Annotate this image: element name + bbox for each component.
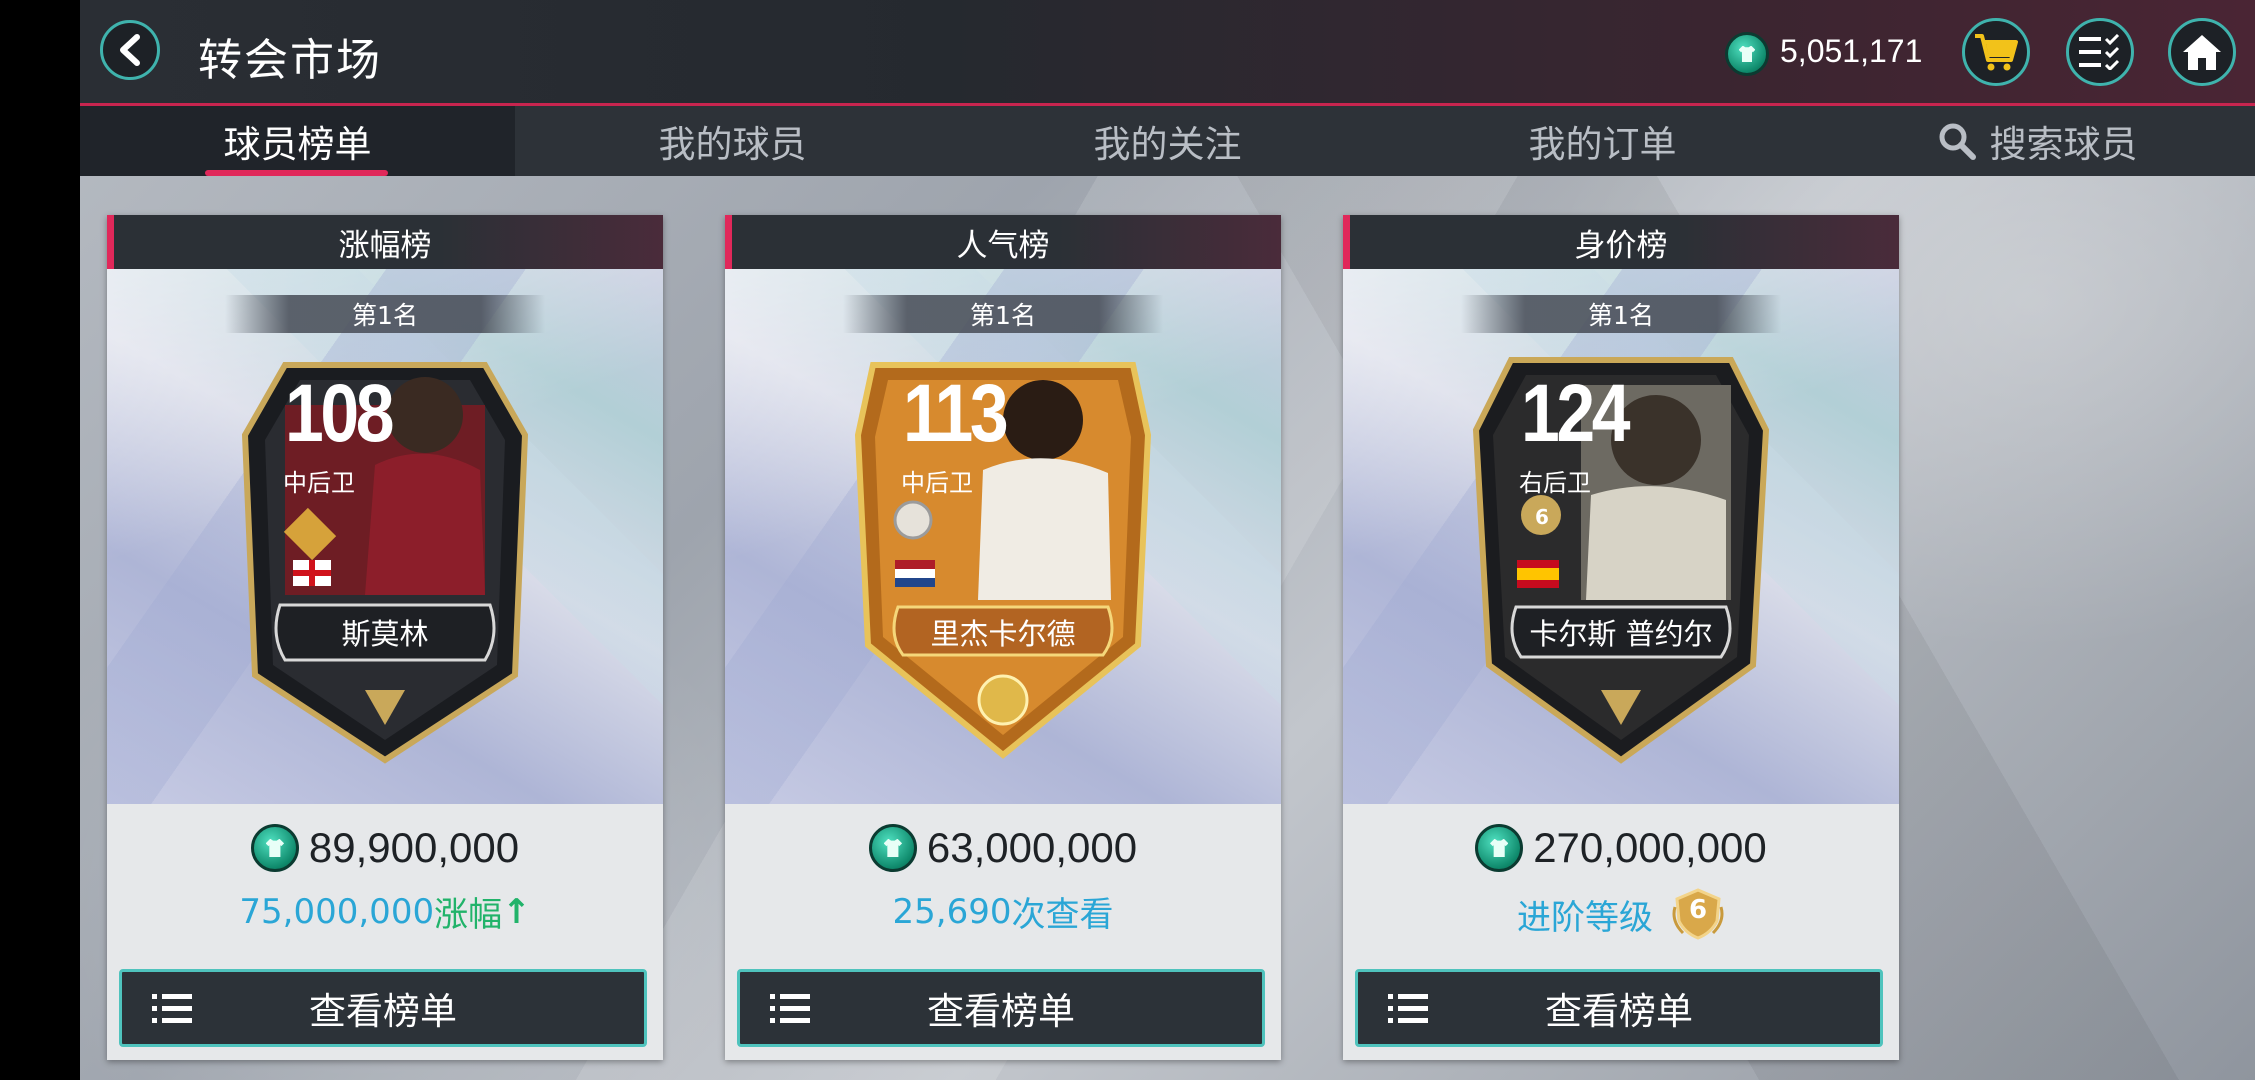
coin-icon (250, 824, 299, 872)
list-icon (770, 994, 810, 1023)
button-label: 查看榜单 (309, 990, 457, 1033)
view-count-label: 次查看 (1011, 895, 1114, 935)
player-price: 89,900,000 (308, 824, 520, 871)
rise-info: 75,000,000 涨幅 ↑ (107, 887, 663, 936)
player-position: 右后卫 (1519, 469, 1591, 497)
back-arrow-icon (120, 34, 140, 66)
advance-level-badge: 6 (1671, 887, 1725, 941)
ranking-card-value: 身价榜 第1名 124 右后卫 6 卡尔斯 普约尔 270,000,000 进阶… (1343, 215, 1899, 1060)
rise-amount: 75,000,000 (239, 891, 435, 932)
price-row: 89,900,000 (107, 824, 663, 872)
tab-bar: 球员榜单 我的球员 我的关注 我的订单 搜索球员 (80, 106, 2255, 176)
active-tab-indicator (205, 170, 388, 176)
home-icon (2183, 35, 2221, 70)
coin-balance: 5,051,171 (1780, 33, 1923, 69)
button-label: 查看榜单 (1545, 990, 1693, 1033)
ranking-card-popularity: 人气榜 第1名 113 中后卫 里杰卡尔德 63,000,000 25,690 … (725, 215, 1281, 1060)
home-button[interactable] (2168, 18, 2236, 86)
tab-my-players[interactable]: 我的球员 (515, 106, 950, 176)
view-ranking-button[interactable]: 查看榜单 (119, 969, 647, 1047)
view-ranking-button[interactable]: 查看榜单 (1355, 969, 1883, 1047)
tab-label: 我的关注 (1093, 123, 1242, 166)
card-title: 身价榜 (1343, 215, 1899, 269)
tab-label: 搜索球员 (1989, 123, 2138, 166)
player-price: 270,000,000 (1533, 824, 1767, 871)
price-row: 270,000,000 (1343, 824, 1899, 872)
coin-icon (868, 824, 917, 872)
rank-label: 第1名 (225, 295, 545, 333)
tab-label: 我的球员 (658, 123, 807, 166)
page-title: 转会市场 (198, 35, 382, 86)
tab-label: 我的订单 (1528, 123, 1677, 166)
checklist-menu-icon (2079, 34, 2120, 70)
shop-button[interactable] (1962, 18, 2030, 86)
back-button[interactable] (100, 20, 160, 80)
player-card[interactable]: 124 右后卫 6 卡尔斯 普约尔 (1461, 345, 1781, 765)
ranking-card-rise: 涨幅榜 第1名 108 中后卫 斯莫林 89,900,000 75,000,00… (107, 215, 663, 1060)
card-featured-area[interactable]: 第1名 108 中后卫 斯莫林 (107, 269, 663, 804)
advance-level-label: 进阶等级 (1517, 897, 1653, 938)
view-count: 25,690 (892, 891, 1012, 932)
player-position: 中后卫 (901, 469, 973, 497)
menu-button[interactable] (2066, 18, 2134, 86)
price-row: 63,000,000 (725, 824, 1281, 872)
shopping-cart-icon (1975, 34, 2018, 71)
card-footer: 89,900,000 75,000,000 涨幅 ↑ 查看榜单 (107, 804, 663, 1060)
list-icon (1388, 994, 1428, 1023)
view-count-info: 25,690 次查看 (725, 887, 1281, 936)
button-label: 查看榜单 (927, 990, 1075, 1033)
coin-icon (1725, 32, 1769, 76)
player-rating: 124 (1521, 368, 1630, 459)
tab-my-follows[interactable]: 我的关注 (950, 106, 1385, 176)
card-title: 人气榜 (725, 215, 1281, 269)
player-rank-badge: 6 (1535, 505, 1549, 529)
player-name: 里杰卡尔德 (930, 617, 1076, 651)
card-footer: 63,000,000 25,690 次查看 查看榜单 (725, 804, 1281, 1060)
player-position: 中后卫 (283, 469, 355, 497)
player-card[interactable]: 113 中后卫 里杰卡尔德 (793, 345, 1213, 765)
advance-level-info: 进阶等级 6 (1343, 887, 1899, 941)
player-rating: 113 (903, 368, 1009, 459)
card-footer: 270,000,000 进阶等级 6 查看榜单 (1343, 804, 1899, 1060)
card-featured-area[interactable]: 第1名 124 右后卫 6 卡尔斯 普约尔 (1343, 269, 1899, 804)
search-icon (1939, 123, 1976, 160)
rank-label: 第1名 (843, 295, 1163, 333)
card-featured-area[interactable]: 第1名 113 中后卫 里杰卡尔德 (725, 269, 1281, 804)
card-title: 涨幅榜 (107, 215, 663, 269)
player-rating: 108 (285, 368, 394, 459)
player-name: 卡尔斯 普约尔 (1529, 617, 1713, 651)
rank-label: 第1名 (1461, 295, 1781, 333)
tab-player-rankings[interactable]: 球员榜单 (80, 106, 515, 176)
tab-label: 球员榜单 (223, 123, 372, 166)
advance-level-value: 6 (1688, 895, 1708, 925)
tab-search-players[interactable]: 搜索球员 (1820, 106, 2255, 176)
up-arrow-icon: ↑ (502, 891, 531, 932)
tab-my-orders[interactable]: 我的订单 (1385, 106, 1820, 176)
app-screen: 转会市场 5,051,171 球员榜单 我的球员 我的关注 我的订单 搜索球员 … (80, 0, 2255, 1080)
rise-label: 涨幅 (434, 895, 503, 935)
top-bar: 转会市场 5,051,171 (80, 0, 2255, 106)
player-card[interactable]: 108 中后卫 斯莫林 (225, 345, 545, 765)
view-ranking-button[interactable]: 查看榜单 (737, 969, 1265, 1047)
player-price: 63,000,000 (926, 824, 1138, 871)
coin-icon (1475, 824, 1524, 872)
list-icon (152, 994, 192, 1023)
player-name: 斯莫林 (341, 617, 429, 651)
